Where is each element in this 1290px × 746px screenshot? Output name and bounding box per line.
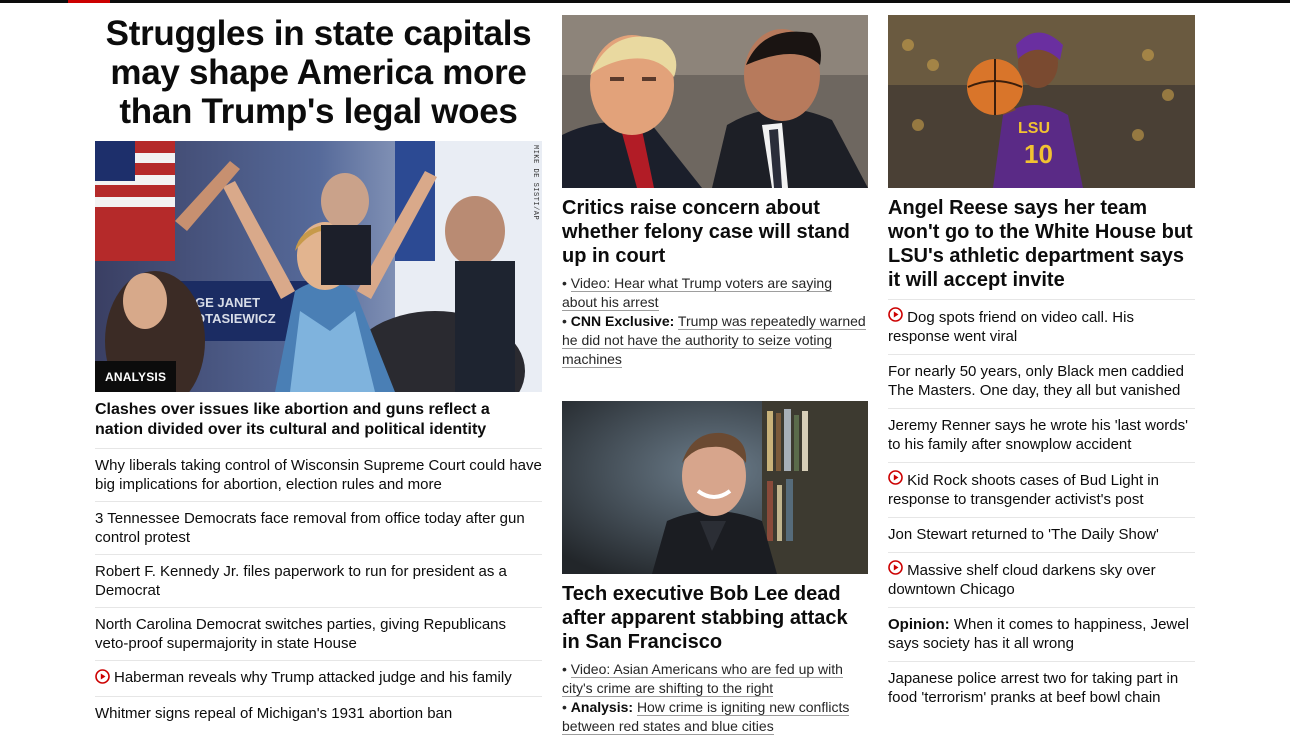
bullet-item[interactable]: • Video: Hear what Trump voters are sayi… bbox=[562, 274, 868, 312]
lead-subheadline[interactable]: Clashes over issues like abortion and gu… bbox=[95, 400, 542, 448]
list-item[interactable]: Jon Stewart returned to 'The Daily Show' bbox=[888, 517, 1195, 552]
list-item[interactable]: Haberman reveals why Trump attacked judg… bbox=[95, 660, 542, 696]
list-item-text[interactable]: Kid Rock shoots cases of Bud Light in re… bbox=[888, 472, 1159, 508]
active-section-indicator bbox=[68, 0, 110, 3]
right-column: LSU 10 Angel Reese says her team won't g… bbox=[888, 15, 1195, 715]
play-icon bbox=[888, 560, 903, 579]
list-item[interactable]: Kid Rock shoots cases of Bud Light in re… bbox=[888, 462, 1195, 517]
list-item[interactable]: Dog spots friend on video call. His resp… bbox=[888, 299, 1195, 354]
svg-text:OTASIEWICZ: OTASIEWICZ bbox=[195, 311, 276, 326]
angel-reese-image[interactable]: LSU 10 bbox=[888, 15, 1195, 188]
list-item-text[interactable]: Whitmer signs repeal of Michigan's 1931 … bbox=[95, 705, 452, 722]
play-icon bbox=[888, 470, 903, 489]
list-item-text[interactable]: North Carolina Democrat switches parties… bbox=[95, 616, 506, 652]
rally-photo: GE JANET OTASIEWICZ bbox=[95, 141, 542, 392]
bullet-item[interactable]: • CNN Exclusive: Trump was repeatedly wa… bbox=[562, 312, 868, 369]
list-item[interactable]: Massive shelf cloud darkens sky over dow… bbox=[888, 552, 1195, 607]
list-item-text[interactable]: Massive shelf cloud darkens sky over dow… bbox=[888, 562, 1156, 598]
opinion-label: Opinion: bbox=[888, 616, 950, 633]
jersey-text: LSU bbox=[1018, 120, 1050, 137]
play-icon bbox=[95, 669, 110, 689]
bullet-label: CNN Exclusive: bbox=[570, 313, 675, 329]
bullet-link[interactable]: Video: Asian Americans who are fed up wi… bbox=[562, 661, 843, 697]
list-item[interactable]: Why liberals taking control of Wisconsin… bbox=[95, 448, 542, 501]
lead-story-column: Struggles in state capitals may shape Am… bbox=[95, 14, 542, 730]
basketball-photo: LSU 10 bbox=[888, 15, 1195, 188]
story2-bullets: • Video: Asian Americans who are fed up … bbox=[562, 660, 868, 736]
middle-column: Critics raise concern about whether felo… bbox=[562, 15, 868, 736]
svg-text:GE JANET: GE JANET bbox=[195, 295, 260, 310]
top-rule bbox=[0, 0, 1290, 3]
list-item[interactable]: Whitmer signs repeal of Michigan's 1931 … bbox=[95, 696, 542, 730]
list-item-text[interactable]: Robert F. Kennedy Jr. files paperwork to… bbox=[95, 563, 507, 599]
story2-headline[interactable]: Tech executive Bob Lee dead after appare… bbox=[562, 582, 868, 654]
list-item-text[interactable]: Haberman reveals why Trump attacked judg… bbox=[114, 669, 512, 686]
play-icon bbox=[888, 307, 903, 326]
list-item-text[interactable]: Jeremy Renner says he wrote his 'last wo… bbox=[888, 417, 1188, 453]
photo-credit: MIKE DE SISTI/AP bbox=[531, 145, 539, 221]
list-item[interactable]: Opinion: When it comes to happiness, Jew… bbox=[888, 607, 1195, 661]
courtroom-photo bbox=[562, 15, 868, 188]
list-item-text[interactable]: For nearly 50 years, only Black men cadd… bbox=[888, 363, 1184, 399]
story1-headline[interactable]: Critics raise concern about whether felo… bbox=[562, 196, 868, 268]
list-item[interactable]: North Carolina Democrat switches parties… bbox=[95, 607, 542, 660]
list-item-text[interactable]: 3 Tennessee Democrats face removal from … bbox=[95, 510, 525, 546]
portrait-photo bbox=[562, 401, 868, 574]
bob-lee-image[interactable] bbox=[562, 401, 868, 574]
lead-headline[interactable]: Struggles in state capitals may shape Am… bbox=[95, 14, 542, 141]
bullet-label: Analysis: bbox=[570, 699, 634, 715]
list-item[interactable]: 3 Tennessee Democrats face removal from … bbox=[95, 501, 542, 554]
bullet-item[interactable]: • Analysis: How crime is igniting new co… bbox=[562, 698, 868, 736]
list-item[interactable]: Jeremy Renner says he wrote his 'last wo… bbox=[888, 408, 1195, 462]
list-item[interactable]: Japanese police arrest two for taking pa… bbox=[888, 661, 1195, 715]
list-item-text[interactable]: Why liberals taking control of Wisconsin… bbox=[95, 457, 542, 493]
list-item[interactable]: Robert F. Kennedy Jr. files paperwork to… bbox=[95, 554, 542, 607]
trump-court-image[interactable] bbox=[562, 15, 868, 188]
list-item-text[interactable]: Jon Stewart returned to 'The Daily Show' bbox=[888, 526, 1159, 543]
bullet-link[interactable]: Video: Hear what Trump voters are saying… bbox=[562, 275, 832, 311]
right-headline[interactable]: Angel Reese says her team won't go to th… bbox=[888, 196, 1195, 299]
list-item-text[interactable]: Dog spots friend on video call. His resp… bbox=[888, 309, 1134, 345]
jersey-number: 10 bbox=[1024, 139, 1053, 169]
list-item-text[interactable]: Japanese police arrest two for taking pa… bbox=[888, 670, 1178, 706]
story1-bullets: • Video: Hear what Trump voters are sayi… bbox=[562, 274, 868, 369]
list-item[interactable]: For nearly 50 years, only Black men cadd… bbox=[888, 354, 1195, 408]
lead-story-image[interactable]: GE JANET OTASIEWICZ MIKE DE SISTI/AP ANA… bbox=[95, 141, 542, 392]
bullet-item[interactable]: • Video: Asian Americans who are fed up … bbox=[562, 660, 868, 698]
analysis-badge: ANALYSIS bbox=[95, 361, 177, 392]
